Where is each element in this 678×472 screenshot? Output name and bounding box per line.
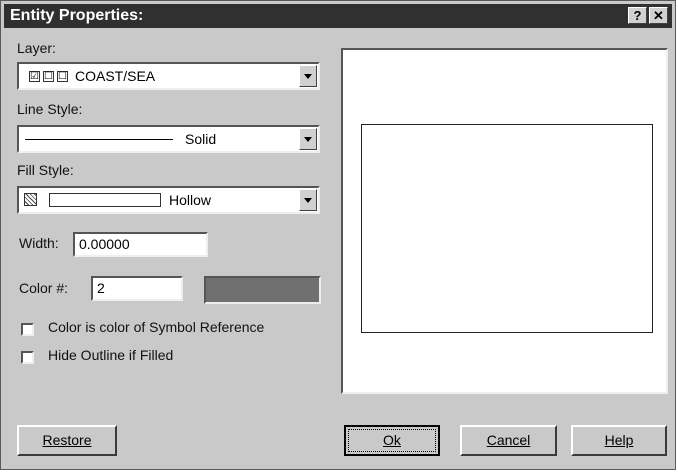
line-sample-icon: [25, 139, 173, 140]
window-title: Entity Properties:: [10, 7, 144, 24]
color-label: Color #:: [19, 280, 69, 296]
fill-style-label: Fill Style:: [17, 162, 74, 178]
chevron-down-icon[interactable]: [299, 65, 317, 87]
symbol-ref-checkbox[interactable]: [21, 323, 34, 336]
fill-sample-icon: [49, 193, 161, 207]
close-button[interactable]: ✕: [649, 7, 668, 24]
entity-properties-dialog: Entity Properties: ? ✕ Layer: ☑ ☐ ☐ COAS…: [0, 0, 676, 470]
layer-flag-3: ☐: [57, 71, 68, 82]
symbol-ref-label[interactable]: Color is color of Symbol Reference: [48, 319, 264, 335]
layer-flag-1: ☑: [29, 71, 40, 82]
color-number-input[interactable]: 2: [91, 276, 183, 301]
layer-value: COAST/SEA: [75, 68, 156, 84]
hide-outline-checkbox[interactable]: [21, 351, 34, 364]
fill-style-value: Hollow: [169, 192, 212, 208]
help-button[interactable]: Help: [571, 425, 667, 456]
help-title-button[interactable]: ?: [628, 7, 647, 24]
restore-button[interactable]: Restore: [17, 425, 117, 456]
cancel-button[interactable]: Cancel: [460, 425, 557, 456]
restore-button-label: Restore: [42, 432, 92, 448]
chevron-down-icon[interactable]: [299, 189, 317, 211]
preview-panel: [341, 48, 668, 394]
line-style-value: Solid: [185, 131, 217, 147]
layer-flag-2: ☐: [43, 71, 54, 82]
chevron-down-icon[interactable]: [299, 128, 317, 150]
layer-label: Layer:: [17, 40, 56, 56]
line-style-label: Line Style:: [17, 101, 83, 117]
fill-style-dropdown[interactable]: Hollow: [17, 186, 320, 214]
cancel-button-label: Cancel: [486, 432, 531, 448]
line-style-dropdown[interactable]: Solid: [17, 125, 320, 153]
ok-button[interactable]: Ok: [344, 425, 440, 456]
preview-shape: [361, 124, 653, 333]
hide-outline-label[interactable]: Hide Outline if Filled: [48, 347, 173, 363]
help-button-label: Help: [604, 432, 634, 448]
color-swatch[interactable]: [204, 276, 321, 304]
ok-button-label: Ok: [383, 432, 401, 448]
layer-dropdown[interactable]: ☑ ☐ ☐ COAST/SEA: [17, 62, 320, 90]
width-input[interactable]: 0.00000: [73, 232, 208, 257]
pattern-icon: [24, 193, 37, 206]
width-label: Width:: [19, 235, 59, 251]
title-bar[interactable]: Entity Properties: ? ✕: [4, 4, 672, 28]
